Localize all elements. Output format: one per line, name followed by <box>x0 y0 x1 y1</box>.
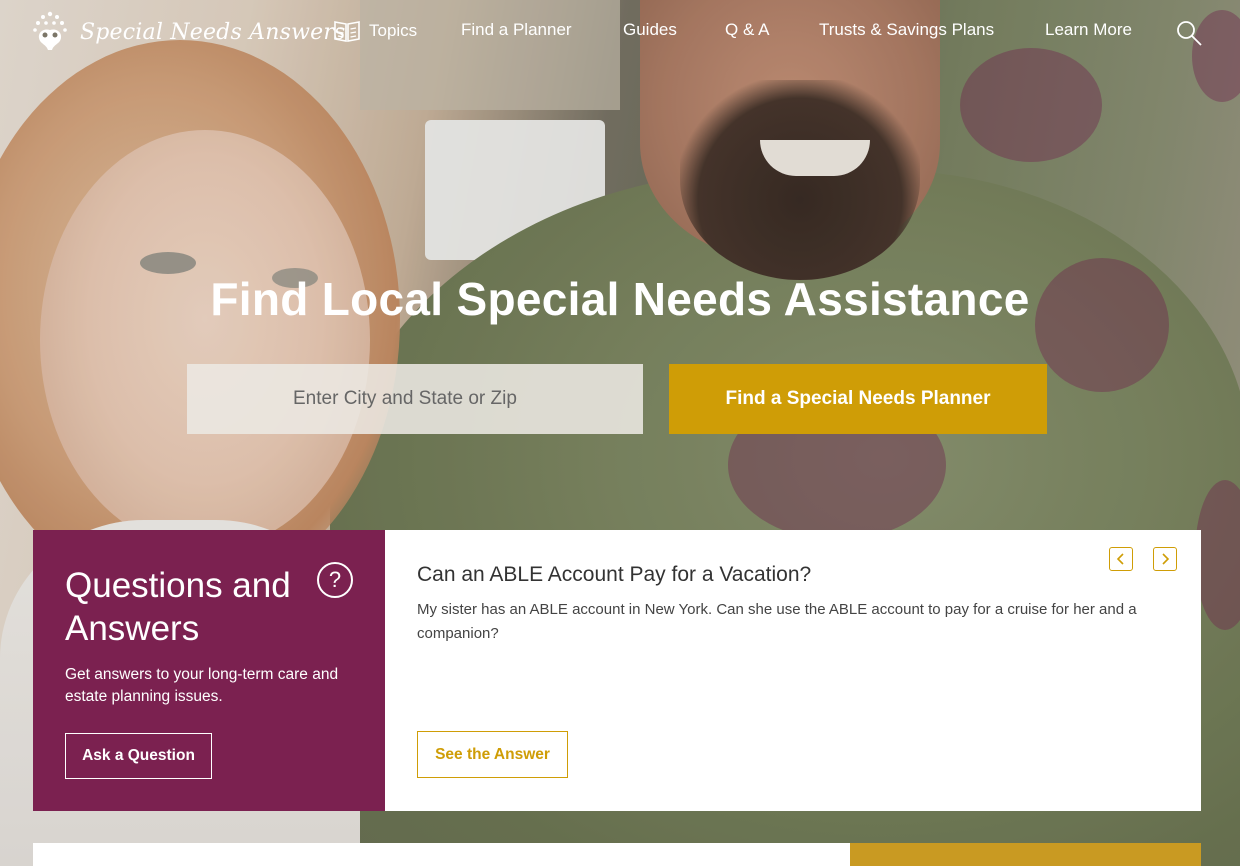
ask-question-button[interactable]: Ask a Question <box>65 733 212 779</box>
nav-item-topics-label: Topics <box>369 21 418 40</box>
chevron-left-icon <box>1116 553 1124 565</box>
next-section-accent <box>850 843 1201 866</box>
qa-heading: Questions and Answers <box>65 566 291 648</box>
qa-intro-panel: Questions and Answers ? Get answers to y… <box>33 530 403 811</box>
see-answer-button[interactable]: See the Answer <box>417 731 568 778</box>
chevron-right-icon <box>1162 553 1170 565</box>
carousel-next-button[interactable] <box>1153 547 1177 571</box>
find-planner-button[interactable]: Find a Special Needs Planner <box>669 364 1047 434</box>
question-title[interactable]: Can an ABLE Account Pay for a Vacation? <box>417 563 811 587</box>
nav-item-topics[interactable]: Topics <box>334 20 417 42</box>
question-mark-icon: ? <box>317 562 353 598</box>
search-icon[interactable] <box>1176 20 1202 46</box>
logo-tree-icon <box>33 11 67 50</box>
next-section-card <box>33 843 850 866</box>
nav-item-learn-more[interactable]: Learn More <box>1045 20 1132 40</box>
carousel-prev-button[interactable] <box>1109 547 1133 571</box>
book-icon <box>334 21 360 42</box>
qa-description: Get answers to your long-term care and e… <box>65 666 339 705</box>
nav-item-find-a-planner[interactable]: Find a Planner <box>461 20 572 40</box>
site-name: Special Needs Answers <box>80 19 346 45</box>
question-body: My sister has an ABLE account in New Yor… <box>417 601 1137 642</box>
hero-title: Find Local Special Needs Assistance <box>210 273 1030 325</box>
nav-item-q-and-a[interactable]: Q & A <box>725 20 769 40</box>
location-search-input[interactable] <box>187 364 643 434</box>
site-logo[interactable]: Special Needs Answers <box>32 10 346 54</box>
featured-question-card: Can an ABLE Account Pay for a Vacation? … <box>385 530 1201 811</box>
nav-item-guides[interactable]: Guides <box>623 20 677 40</box>
top-navigation: Special Needs Answers Topics Find a Plan… <box>0 0 1240 66</box>
nav-item-trusts-savings-plans[interactable]: Trusts & Savings Plans <box>819 20 994 40</box>
